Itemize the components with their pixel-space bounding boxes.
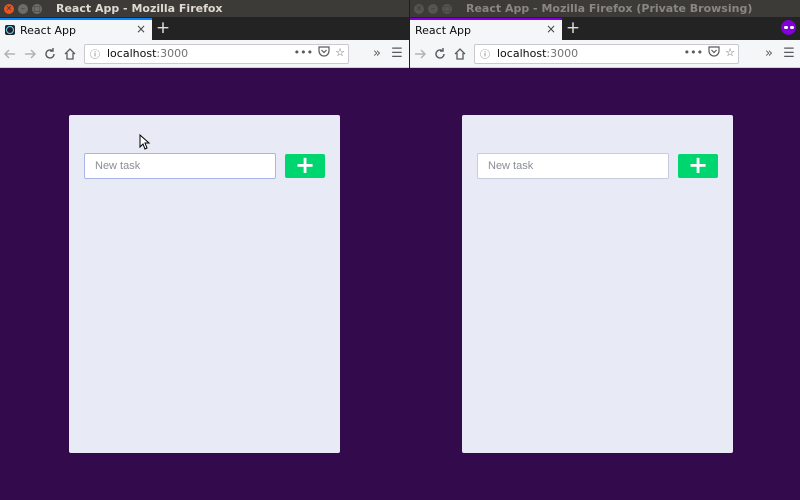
title-bar: ✕ – □ React App - Mozilla Firefox (Priva… [410, 0, 800, 17]
page-content: + [410, 68, 800, 500]
desktop: ✕ – □ React App - Mozilla Firefox React … [0, 0, 800, 500]
close-icon: ✕ [415, 3, 423, 13]
window-controls: ✕ – □ [414, 3, 452, 14]
window-close-button[interactable]: ✕ [414, 3, 424, 14]
private-browsing-mask-icon [781, 20, 796, 35]
pocket-icon[interactable] [318, 45, 330, 60]
todo-card: + [462, 115, 733, 453]
ellipsis-icon[interactable]: ••• [294, 46, 313, 60]
reload-icon[interactable] [430, 44, 450, 64]
back-arrow-icon[interactable] [0, 44, 20, 64]
tab-label: React App [20, 23, 77, 37]
chevron-double-right-icon[interactable]: » [367, 44, 387, 64]
tab-react-app[interactable]: React App × [410, 18, 562, 40]
tab-bar: React App × + [410, 17, 800, 40]
chevron-double-right-icon[interactable]: » [759, 44, 779, 64]
url-port: :3000 [546, 47, 579, 60]
toolbar-right: » ☰ [759, 44, 799, 64]
tab-bar: React App × + [0, 17, 409, 40]
mouse-cursor-icon [139, 134, 151, 150]
navigation-toolbar: ⓘ localhost:3000 ••• ☆ » ☰ [410, 40, 800, 68]
firefox-window-private: ✕ – □ React App - Mozilla Firefox (Priva… [409, 0, 800, 500]
url-host: localhost [107, 47, 157, 60]
window-controls: ✕ – □ [4, 3, 42, 14]
add-task-button[interactable]: + [678, 153, 718, 178]
add-task-button[interactable]: + [285, 153, 325, 178]
forward-arrow-icon[interactable] [20, 44, 40, 64]
react-favicon-icon [5, 25, 15, 35]
minimize-icon: – [431, 3, 435, 13]
window-minimize-button[interactable]: – [18, 3, 28, 14]
window-maximize-button[interactable]: □ [32, 3, 42, 14]
home-icon[interactable] [60, 44, 80, 64]
window-title: React App - Mozilla Firefox (Private Bro… [466, 2, 753, 15]
window-title: React App - Mozilla Firefox [56, 2, 223, 15]
pocket-icon[interactable] [708, 45, 720, 60]
maximize-icon: □ [33, 3, 41, 13]
window-minimize-button[interactable]: – [428, 3, 438, 14]
star-icon[interactable]: ☆ [725, 46, 735, 60]
url-host: localhost [497, 47, 547, 60]
url-port: :3000 [156, 47, 189, 60]
url-bar[interactable]: ⓘ localhost:3000 ••• ☆ [84, 43, 349, 64]
forward-arrow-icon[interactable] [410, 44, 430, 64]
ellipsis-icon[interactable]: ••• [684, 46, 703, 60]
window-maximize-button[interactable]: □ [442, 3, 452, 14]
window-close-button[interactable]: ✕ [4, 3, 14, 14]
firefox-window-normal: ✕ – □ React App - Mozilla Firefox React … [0, 0, 409, 500]
toolbar-right: » ☰ [367, 44, 407, 64]
hamburger-menu-icon[interactable]: ☰ [387, 44, 407, 64]
new-tab-button[interactable]: + [562, 18, 584, 40]
navigation-toolbar: ⓘ localhost:3000 ••• ☆ » ☰ [0, 40, 409, 68]
page-actions: ••• ☆ [294, 46, 345, 60]
page-content: + [0, 68, 409, 500]
url-bar[interactable]: ⓘ localhost:3000 ••• ☆ [474, 43, 739, 64]
title-bar: ✕ – □ React App - Mozilla Firefox [0, 0, 409, 17]
reload-icon[interactable] [40, 44, 60, 64]
maximize-icon: □ [443, 3, 451, 13]
page-actions: ••• ☆ [684, 46, 735, 60]
tab-label: React App [415, 23, 472, 37]
star-icon[interactable]: ☆ [335, 46, 345, 60]
info-icon[interactable]: ⓘ [87, 46, 103, 61]
minimize-icon: – [21, 3, 25, 13]
close-icon: ✕ [5, 3, 13, 13]
new-task-input[interactable] [477, 153, 669, 179]
info-icon[interactable]: ⓘ [477, 46, 493, 61]
tab-close-icon[interactable]: × [546, 22, 556, 36]
new-tab-button[interactable]: + [152, 18, 174, 40]
tab-react-app[interactable]: React App × [0, 18, 152, 40]
tab-close-icon[interactable]: × [136, 22, 146, 36]
hamburger-menu-icon[interactable]: ☰ [779, 44, 799, 64]
new-task-input[interactable] [84, 153, 276, 179]
todo-card: + [69, 115, 340, 453]
home-icon[interactable] [450, 44, 470, 64]
